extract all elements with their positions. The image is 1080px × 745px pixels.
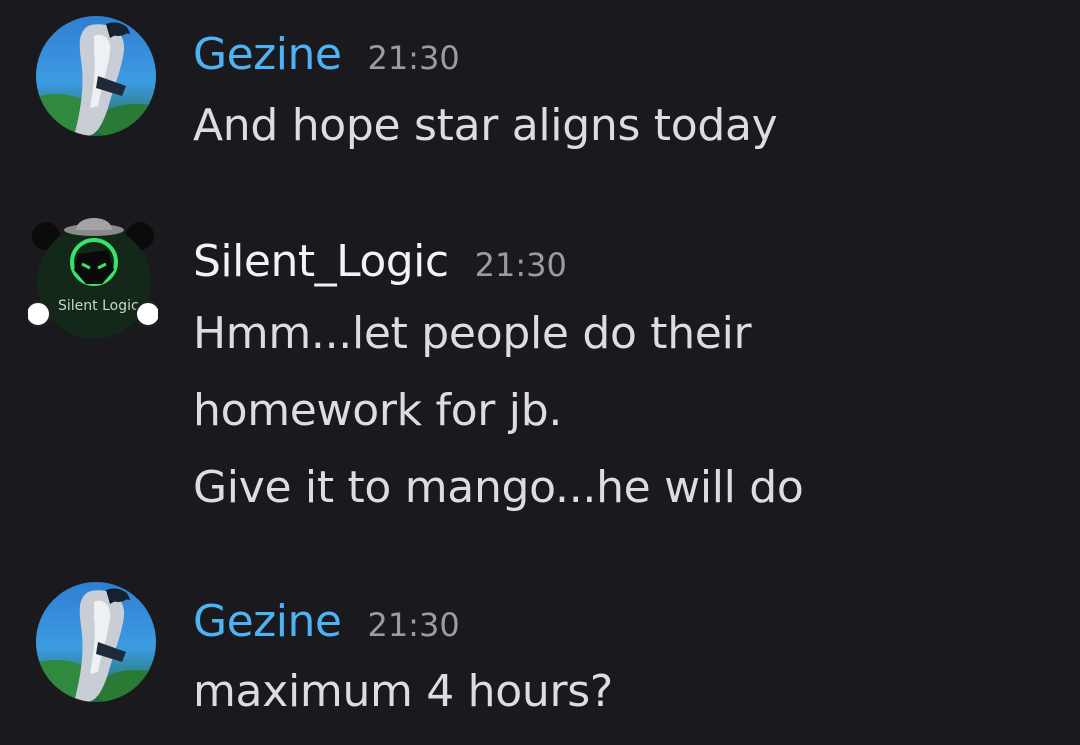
anime-girl-avatar-icon (36, 16, 156, 136)
avatar-silent-logic[interactable]: Silent Logic (28, 218, 158, 342)
message-header: Gezine 21:30 (193, 29, 460, 80)
timestamp[interactable]: 21:30 (475, 246, 567, 284)
message-header: Silent_Logic 21:30 (193, 236, 567, 287)
message-text: Hmm...let people do their (193, 308, 752, 359)
avatar-logo-text: Silent Logic (58, 298, 139, 314)
timestamp[interactable]: 21:30 (367, 606, 459, 644)
message-text: maximum 4 hours? (193, 666, 613, 717)
timestamp[interactable]: 21:30 (367, 39, 459, 77)
avatar-gezine[interactable] (36, 16, 156, 136)
hooded-hacker-logo-avatar-icon: Silent Logic (28, 218, 158, 339)
author-name[interactable]: Gezine (193, 29, 342, 80)
author-name[interactable]: Silent_Logic (193, 236, 449, 287)
message-text: homework for jb. (193, 385, 563, 436)
anime-girl-avatar-icon (36, 582, 156, 702)
author-name[interactable]: Gezine (193, 596, 342, 647)
message-header: Gezine 21:30 (193, 596, 460, 647)
message-text: Give it to mango...he will do (193, 462, 804, 513)
chat-message-list: Gezine 21:30 And hope star aligns today (0, 0, 1080, 745)
message-text: And hope star aligns today (193, 100, 778, 151)
avatar-gezine[interactable] (36, 582, 156, 702)
